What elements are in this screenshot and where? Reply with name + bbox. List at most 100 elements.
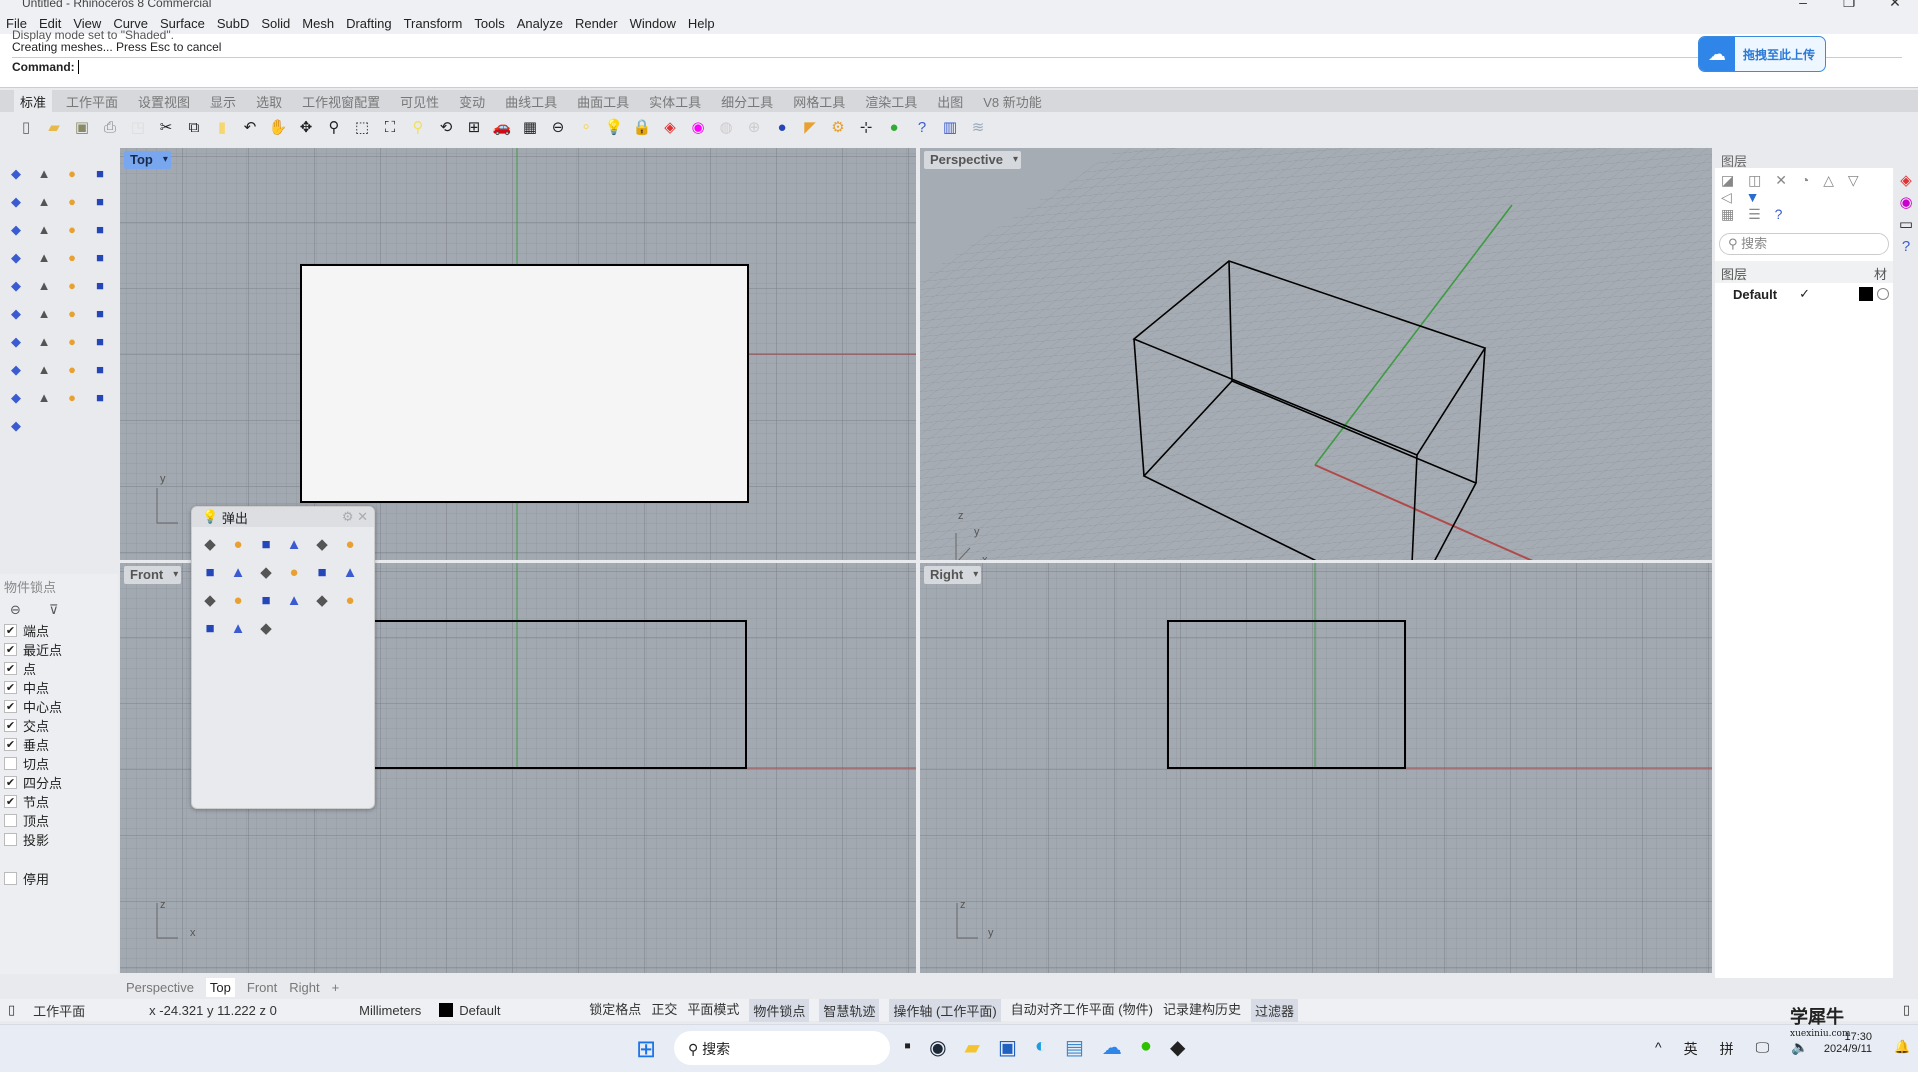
checkbox[interactable]: ✔	[4, 643, 17, 656]
viewport-tab-front[interactable]: Front	[247, 980, 277, 995]
rotate-view-icon[interactable]: ✥	[295, 117, 317, 139]
transform-icon[interactable]: ■	[89, 331, 111, 353]
pointer-tool-icon[interactable]: ◤	[799, 117, 821, 139]
tab-0[interactable]: 标准	[14, 89, 53, 113]
tab-1[interactable]: 工作平面	[66, 92, 118, 111]
box-icon[interactable]: ◆	[199, 590, 221, 612]
popup-close-button[interactable]: ⚙ ✕	[342, 509, 368, 525]
patch-icon[interactable]: ■	[89, 247, 111, 269]
menu-help[interactable]: Help	[688, 16, 715, 31]
grid-sphere-icon[interactable]: ◆	[311, 534, 333, 556]
viewport-tab-right[interactable]: Right	[289, 980, 319, 995]
menu-window[interactable]: Window	[630, 16, 676, 31]
explode-icon[interactable]: ◆	[255, 562, 277, 584]
tab-4[interactable]: 选取	[256, 92, 282, 111]
text-icon[interactable]: ◆	[5, 331, 27, 353]
offset-icon[interactable]: ■	[89, 303, 111, 325]
save-icon[interactable]: ▣	[71, 117, 93, 139]
checkbox[interactable]: ✔	[4, 738, 17, 751]
checkbox[interactable]: ✔	[4, 624, 17, 637]
edge-icon[interactable]: ◐	[1035, 1035, 1047, 1060]
layer-stack-icon[interactable]: ≋	[967, 117, 989, 139]
menu-analyze[interactable]: Analyze	[517, 16, 563, 31]
tab-6[interactable]: 可见性	[400, 92, 439, 111]
viewport-title-front[interactable]: Front	[124, 566, 182, 584]
blue-sphere-icon[interactable]: ●	[339, 534, 361, 556]
viewport-title-top[interactable]: Top	[124, 151, 171, 169]
panel-toggle-icon[interactable]: ▯	[8, 1002, 15, 1018]
cylinder-icon[interactable]: ●	[227, 590, 249, 612]
taskbar-search[interactable]: ⚲ 搜索	[674, 1031, 890, 1065]
snap-grid-icon[interactable]: ⊹	[855, 117, 877, 139]
split-surface-icon[interactable]: ▲	[33, 387, 55, 409]
file-explorer-icon[interactable]: ▰	[965, 1035, 980, 1060]
filter-icon[interactable]: ⊽	[49, 602, 59, 618]
menu-tools[interactable]: Tools	[474, 16, 504, 31]
import-icon[interactable]: ◳	[127, 117, 149, 139]
layer-stack-icon[interactable]: ▲	[227, 618, 249, 640]
box-icon[interactable]: ◆	[5, 247, 27, 269]
arc-icon[interactable]: ●	[61, 191, 83, 213]
polyline-icon[interactable]: ●	[61, 163, 83, 185]
menu-transform[interactable]: Transform	[404, 16, 463, 31]
cplane-icon[interactable]: ⊖	[547, 117, 569, 139]
osnap-disable-checkbox[interactable]: 停用	[0, 869, 118, 888]
network-icon[interactable]: 🖵	[1756, 1039, 1770, 1059]
volume-icon[interactable]: 🔈	[1791, 1039, 1808, 1059]
notification-icon[interactable]: 🔔	[1894, 1039, 1910, 1055]
tab-2[interactable]: 设置视图	[138, 92, 190, 111]
paste-icon[interactable]: ▮	[211, 117, 233, 139]
checkbox[interactable]: ✔	[4, 700, 17, 713]
menu-render[interactable]: Render	[575, 16, 618, 31]
bookmark-icon[interactable]: ▥	[939, 117, 961, 139]
display-tab-icon[interactable]: ▭	[1895, 214, 1917, 236]
tab-7[interactable]: 变动	[459, 92, 485, 111]
trim-icon[interactable]: ●	[61, 275, 83, 297]
blue-sphere-icon[interactable]: ●	[771, 117, 793, 139]
puzzle-gear-icon[interactable]: ⚙	[827, 117, 849, 139]
check-icon[interactable]: ●	[61, 387, 83, 409]
checkbox[interactable]	[4, 757, 17, 770]
help-icon[interactable]: ?	[911, 117, 933, 139]
blend-1-icon[interactable]: ◆	[311, 590, 333, 612]
status-toggle[interactable]: 物件锁点	[749, 998, 810, 1022]
tab-3[interactable]: 显示	[210, 92, 236, 111]
store-icon[interactable]: ▣	[998, 1035, 1017, 1060]
help-tab-icon[interactable]: ?	[1895, 236, 1917, 258]
osnap-checkbox[interactable]: ✔ 最近点	[0, 640, 118, 659]
menu-solid[interactable]: Solid	[261, 16, 290, 31]
circle-icon[interactable]: ◆	[5, 191, 27, 213]
zoom-extents-icon[interactable]: ⛶	[379, 117, 401, 139]
surface-points-icon[interactable]: ●	[61, 219, 83, 241]
viewport-tab-perspective[interactable]: Perspective	[126, 980, 194, 995]
viewport-perspective[interactable]: z y x Perspective	[920, 148, 1712, 560]
menu-drafting[interactable]: Drafting	[346, 16, 392, 31]
material-icon[interactable]	[1877, 288, 1889, 300]
blend-2-icon[interactable]: ▲	[283, 590, 305, 612]
osnap-checkbox[interactable]: ✔ 垂点	[0, 735, 118, 754]
copy-icon[interactable]: ⧉	[183, 117, 205, 139]
cplane-label[interactable]: 工作平面	[33, 1001, 85, 1020]
osnap-checkbox[interactable]: ✔ 节点	[0, 792, 118, 811]
light-bulb-icon[interactable]: 💡	[603, 117, 625, 139]
input-language[interactable]: 英	[1684, 1039, 1698, 1059]
remote-icon[interactable]: ▤	[1065, 1035, 1084, 1060]
zoom-selected-icon[interactable]: ⚲	[407, 117, 429, 139]
osnap-checkbox[interactable]: ✔ 四分点	[0, 773, 118, 792]
tab-9[interactable]: 曲面工具	[577, 92, 629, 111]
boolean-union-icon[interactable]: ▲	[33, 247, 55, 269]
car-icon-icon[interactable]: 🚗	[491, 117, 513, 139]
tab-14[interactable]: 出图	[937, 92, 963, 111]
tab-15[interactable]: V8 新功能	[983, 92, 1042, 111]
materials-tab-icon[interactable]: ◉	[1895, 192, 1917, 214]
solid-edit-icon[interactable]: ◆	[5, 359, 27, 381]
status-toggle[interactable]: 操作轴 (工作平面)	[889, 998, 1001, 1022]
osnap-checkbox[interactable]: ✔ 交点	[0, 716, 118, 735]
lock-icon[interactable]: 🔒	[631, 117, 653, 139]
green-sphere-icon[interactable]: ●	[883, 117, 905, 139]
layer-search-input[interactable]: ⚲ 搜索	[1719, 233, 1889, 255]
puzzle-gear-icon[interactable]: ▲	[227, 562, 249, 584]
twist-icon[interactable]: ■	[255, 590, 277, 612]
red-green-box-icon[interactable]: ◆	[255, 618, 277, 640]
checkbox[interactable]: ✔	[4, 681, 17, 694]
